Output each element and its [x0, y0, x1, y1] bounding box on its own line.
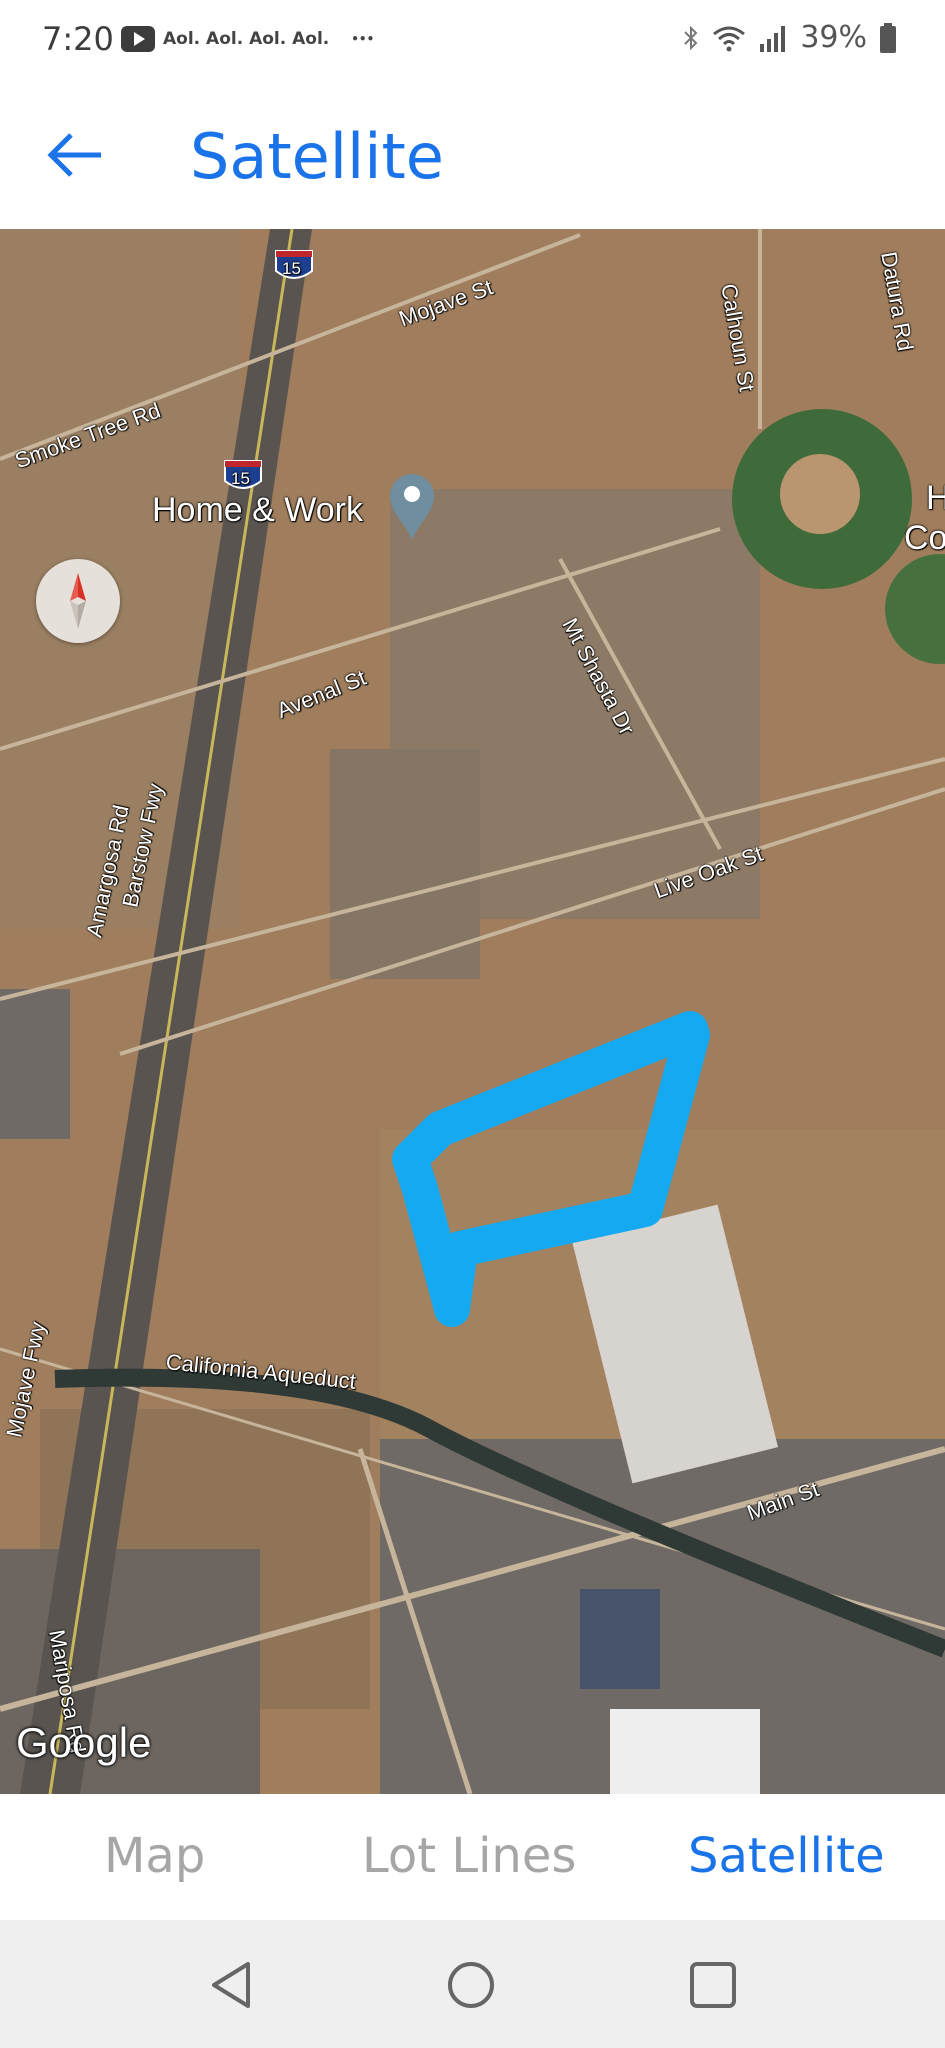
back-button[interactable]: [40, 120, 110, 190]
signal-icon: [760, 25, 786, 52]
nav-back-icon: [212, 1962, 250, 2008]
poi-label-partial-1: H: [926, 479, 945, 517]
system-status: 39%: [682, 20, 897, 55]
nav-recents-icon: [690, 1962, 736, 2008]
compass-button[interactable]: [36, 559, 120, 643]
bluetooth-icon: [684, 25, 698, 50]
tab-map[interactable]: Map: [104, 1828, 205, 1884]
google-attribution: Google: [16, 1719, 152, 1766]
poi-label-home-work[interactable]: Home & Work: [152, 491, 363, 530]
poi-label-partial-2: Co: [904, 519, 945, 557]
status-time: 7:20: [42, 20, 114, 58]
compass-icon: [70, 573, 86, 629]
status-bar: 7:20 Aol. Aol. Aol. Aol. ••• 39%: [0, 0, 945, 84]
youtube-icon: [121, 26, 155, 52]
shield-label-2: 15: [231, 469, 250, 488]
location-pin-icon: [390, 474, 434, 540]
battery-icon: [880, 22, 896, 53]
notification-icons: Aol. Aol. Aol. Aol. •••: [121, 26, 374, 52]
location-pin[interactable]: [386, 472, 438, 542]
page-title: Satellite: [190, 120, 444, 193]
tab-satellite[interactable]: Satellite: [688, 1828, 885, 1884]
nav-back-button[interactable]: [204, 1958, 258, 2012]
tab-lot-lines[interactable]: Lot Lines: [362, 1828, 576, 1884]
nav-home-icon: [448, 1962, 494, 2008]
shield-label-1: 15: [282, 259, 301, 278]
view-tabs: Map Lot Lines Satellite: [0, 1794, 945, 1920]
back-arrow-icon: [47, 133, 101, 177]
system-navigation-bar: [0, 1920, 945, 2048]
nav-home-button[interactable]: [444, 1958, 498, 2012]
battery-percent: 39%: [800, 20, 867, 55]
app-header: Satellite: [0, 84, 945, 229]
more-notifications-icon: •••: [351, 32, 375, 46]
wifi-icon: [713, 26, 746, 51]
satellite-map[interactable]: 15 15 Mojave St Smoke Tree Rd Calhoun St…: [0, 229, 945, 1794]
satellite-imagery: [0, 229, 945, 1794]
notification-app-names: Aol. Aol. Aol. Aol.: [163, 29, 330, 49]
nav-recents-button[interactable]: [686, 1958, 740, 2012]
